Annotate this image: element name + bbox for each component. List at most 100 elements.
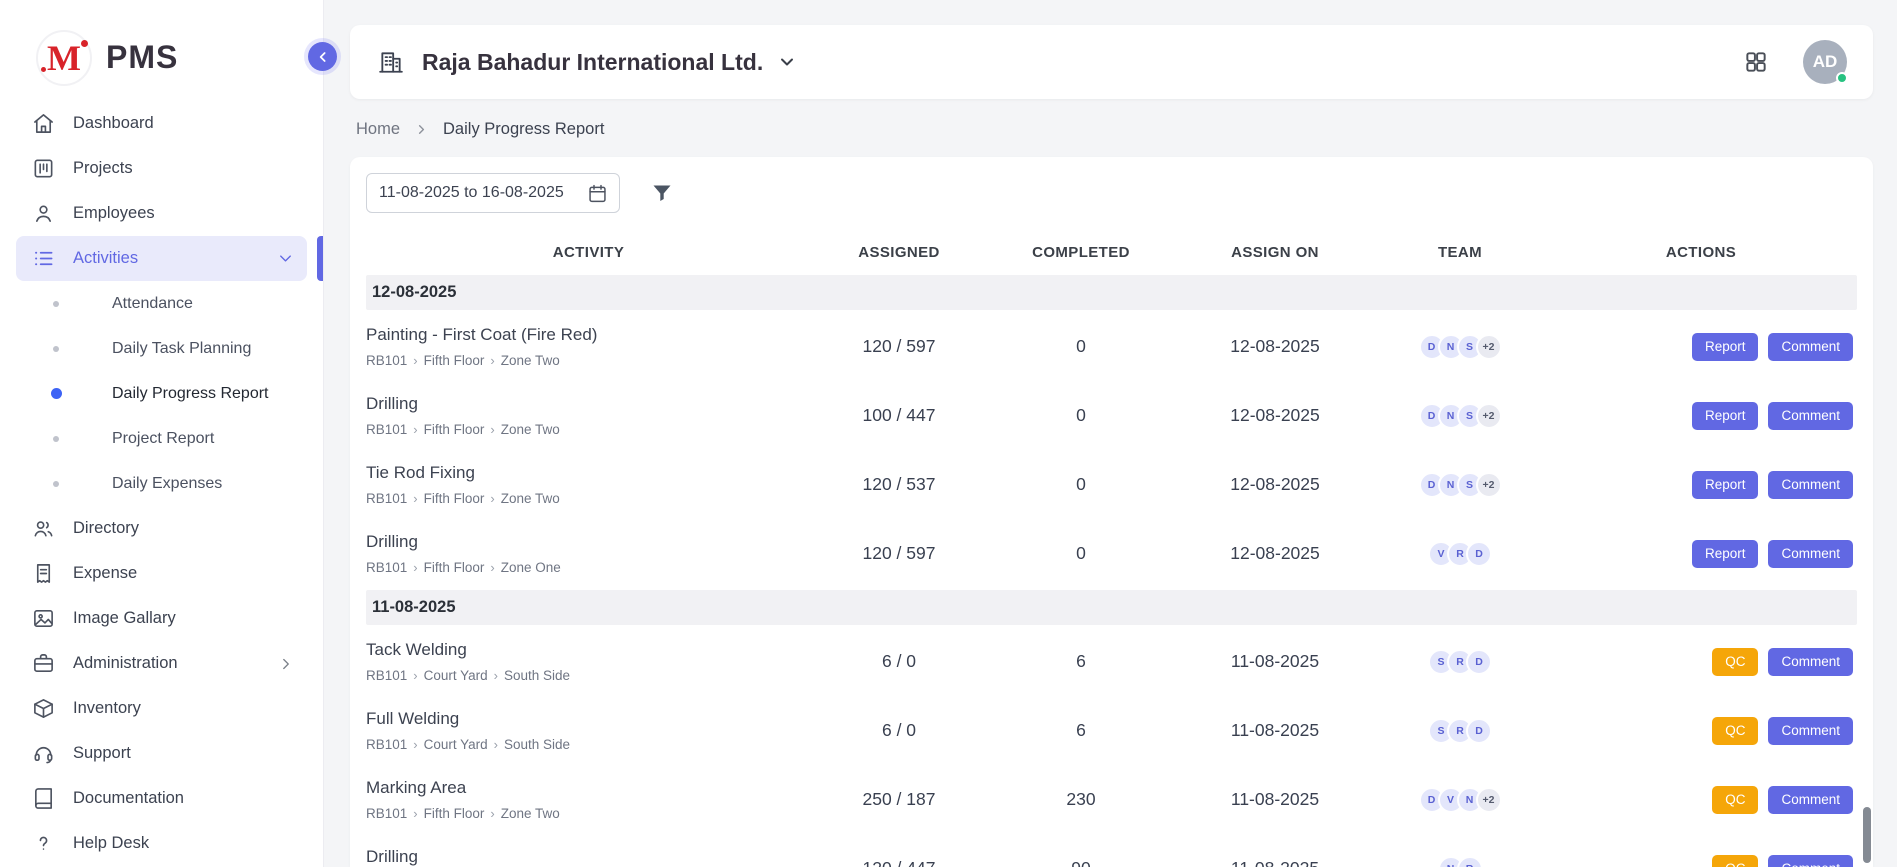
completed-value: 230: [987, 789, 1175, 810]
comment-button[interactable]: Comment: [1768, 402, 1853, 430]
sidebar-item-support[interactable]: Support: [16, 731, 307, 776]
gallery-icon: [32, 607, 55, 630]
activity-path: RB101›Fifth Floor›Zone One: [366, 560, 811, 575]
activity-name: Marking Area: [366, 778, 811, 798]
team-avatars: DNS+2: [1375, 334, 1545, 360]
sidebar-sublist: Attendance Daily Task Planning Daily Progr…: [16, 281, 307, 506]
chevron-right-icon: ›: [494, 668, 498, 683]
comment-button[interactable]: Comment: [1768, 648, 1853, 676]
sidebar-item-dashboard[interactable]: Dashboard: [16, 101, 307, 146]
comment-button[interactable]: Comment: [1768, 786, 1853, 814]
activity-path: RB101›Fifth Floor›Zone Two: [366, 353, 811, 368]
team-extra-count[interactable]: +2: [1476, 472, 1502, 498]
report-button[interactable]: Report: [1692, 471, 1759, 499]
activity-path: RB101›Court Yard›South Side: [366, 668, 811, 683]
qc-button[interactable]: QC: [1712, 717, 1758, 745]
filter-button[interactable]: [650, 181, 674, 205]
team-avatars: NR: [1375, 856, 1545, 867]
sidebar-subitem-label: Daily Progress Report: [112, 385, 269, 403]
activity-path: RB101›Court Yard›South Side: [366, 737, 811, 752]
sidebar-item-directory[interactable]: Directory: [16, 506, 307, 551]
apps-grid-button[interactable]: [1743, 49, 1769, 75]
comment-button[interactable]: Comment: [1768, 540, 1853, 568]
assigned-value: 100 / 447: [811, 405, 987, 426]
sidebar-subitem-daily-progress-report[interactable]: Daily Progress Report: [16, 371, 307, 416]
team-avatar: D: [1466, 649, 1492, 675]
chevron-right-icon: ›: [490, 491, 494, 506]
sidebar-subitem-daily-task-planning[interactable]: Daily Task Planning: [16, 326, 307, 371]
team-extra-count[interactable]: +2: [1476, 787, 1502, 813]
sidebar-item-image-gallary[interactable]: Image Gallary: [16, 596, 307, 641]
column-header-assign-on: ASSIGN ON: [1175, 244, 1375, 261]
column-header-activity: ACTIVITY: [366, 244, 811, 261]
grid-icon: [1743, 49, 1769, 75]
company-selector[interactable]: Raja Bahadur International Ltd.: [378, 49, 797, 76]
comment-button[interactable]: Comment: [1768, 333, 1853, 361]
assign-on-value: 12-08-2025: [1175, 336, 1375, 357]
row-actions: Report Comment: [1545, 471, 1857, 499]
user-avatar[interactable]: AD: [1803, 40, 1847, 84]
path-segment: Zone Two: [501, 806, 560, 821]
sidebar-subitem-attendance[interactable]: Attendance: [16, 281, 307, 326]
sidebar-subitem-label: Daily Task Planning: [112, 340, 251, 358]
sidebar-item-expense[interactable]: Expense: [16, 551, 307, 596]
sidebar-subitem-label: Project Report: [112, 430, 214, 448]
assign-on-value: 12-08-2025: [1175, 474, 1375, 495]
date-range-input[interactable]: 11-08-2025 to 16-08-2025: [366, 173, 620, 213]
row-actions: Report Comment: [1545, 540, 1857, 568]
directory-icon: [32, 517, 55, 540]
report-button[interactable]: Report: [1692, 402, 1759, 430]
scrollbar-thumb[interactable]: [1863, 807, 1871, 863]
assigned-value: 120 / 597: [811, 336, 987, 357]
assign-on-value: 11-08-2025: [1175, 720, 1375, 741]
breadcrumb: Home Daily Progress Report: [350, 99, 1873, 157]
path-segment: Fifth Floor: [424, 353, 485, 368]
sidebar-item-label: Expense: [73, 564, 137, 583]
path-segment: RB101: [366, 353, 407, 368]
bullet-dot: [50, 301, 62, 307]
employees-icon: [32, 202, 55, 225]
comment-button[interactable]: Comment: [1768, 855, 1853, 867]
company-name: Raja Bahadur International Ltd.: [422, 49, 763, 76]
team-avatars: VRD: [1375, 541, 1545, 567]
activity-path: RB101›Fifth Floor›Zone Two: [366, 806, 811, 821]
path-segment: RB101: [366, 422, 407, 437]
comment-button[interactable]: Comment: [1768, 471, 1853, 499]
report-button[interactable]: Report: [1692, 540, 1759, 568]
report-button[interactable]: Report: [1692, 333, 1759, 361]
chevron-right-icon: ›: [413, 353, 417, 368]
column-header-team: TEAM: [1375, 244, 1545, 261]
sidebar-item-activities[interactable]: Activities: [16, 236, 307, 281]
column-header-assigned: ASSIGNED: [811, 244, 987, 261]
team-extra-count[interactable]: +2: [1476, 403, 1502, 429]
team-avatars: DNS+2: [1375, 403, 1545, 429]
group-date: 12-08-2025: [372, 283, 456, 302]
qc-button[interactable]: QC: [1712, 855, 1758, 867]
sidebar-item-help-desk[interactable]: Help Desk: [16, 821, 307, 866]
qc-button[interactable]: QC: [1712, 786, 1758, 814]
sidebar-subitem-daily-expenses[interactable]: Daily Expenses: [16, 461, 307, 506]
sidebar-subitem-project-report[interactable]: Project Report: [16, 416, 307, 461]
sidebar-item-administration[interactable]: Administration: [16, 641, 307, 686]
funnel-icon: [650, 181, 674, 205]
activity-cell: Full WeldingRB101›Court Yard›South Side: [366, 709, 811, 752]
sidebar-item-label: Inventory: [73, 699, 141, 718]
qc-button[interactable]: QC: [1712, 648, 1758, 676]
sidebar-item-inventory[interactable]: Inventory: [16, 686, 307, 731]
chevron-right-icon: ›: [413, 668, 417, 683]
chevron-right-icon: ›: [413, 491, 417, 506]
online-status-dot: [1836, 72, 1848, 84]
chevron-right-icon: ›: [413, 560, 417, 575]
sidebar-item-employees[interactable]: Employees: [16, 191, 307, 236]
support-icon: [32, 742, 55, 765]
path-segment: Zone Two: [501, 491, 560, 506]
chevron-right-icon: ›: [490, 806, 494, 821]
sidebar-collapse-button[interactable]: [308, 42, 337, 71]
sidebar-item-documentation[interactable]: Documentation: [16, 776, 307, 821]
sidebar-item-projects[interactable]: Projects: [16, 146, 307, 191]
table-body: 12-08-2025Painting - First Coat (Fire Re…: [366, 275, 1857, 867]
chevron-right-icon: ›: [490, 422, 494, 437]
team-extra-count[interactable]: +2: [1476, 334, 1502, 360]
comment-button[interactable]: Comment: [1768, 717, 1853, 745]
breadcrumb-home-link[interactable]: Home: [356, 120, 400, 139]
